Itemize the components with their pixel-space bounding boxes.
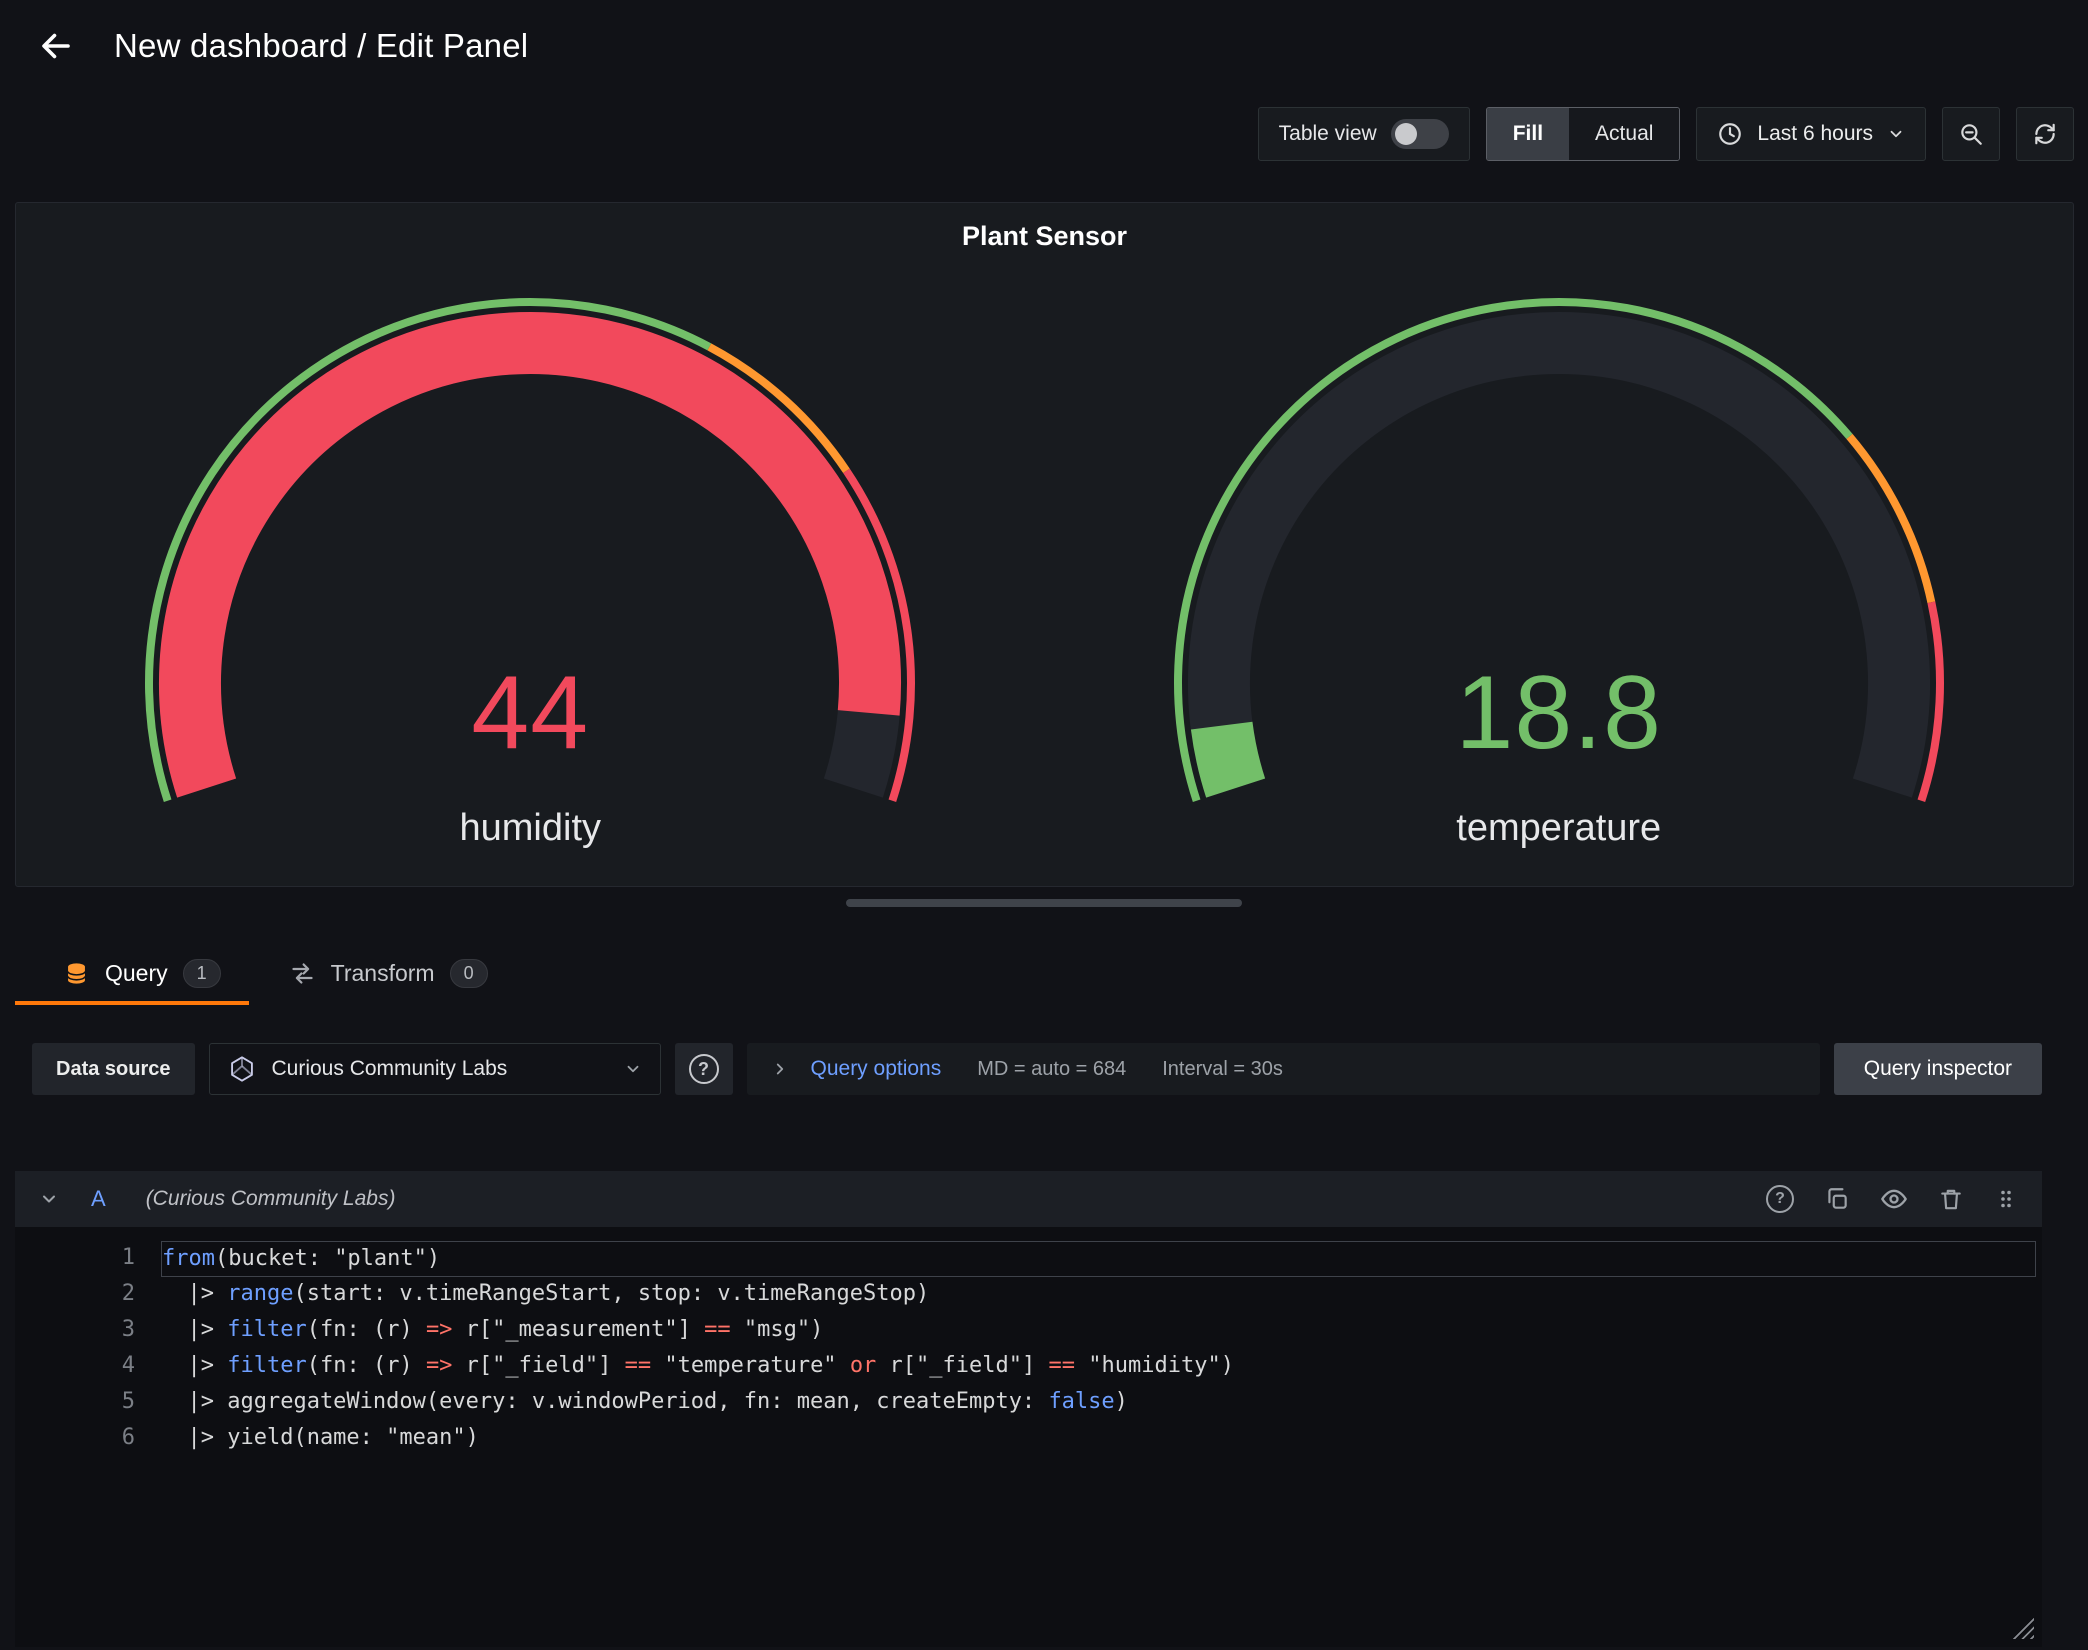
code-line[interactable]: 3 |> filter(fn: (r) => r["_measurement"]… — [63, 1313, 2036, 1349]
chevron-down-icon — [624, 1060, 642, 1078]
datasource-selected: Curious Community Labs — [272, 1057, 608, 1081]
datasource-row: Data source Curious Community Labs ? Que… — [32, 1043, 2042, 1095]
refresh-button[interactable] — [2016, 107, 2074, 161]
line-number: 4 — [63, 1349, 135, 1385]
panel-title: Plant Sensor — [16, 221, 2073, 252]
gauge-value: 18.8 — [1045, 661, 2074, 765]
duplicate-query-button[interactable] — [1824, 1186, 1850, 1212]
line-number: 2 — [63, 1277, 135, 1313]
line-number: 1 — [63, 1241, 135, 1277]
code-text: |> filter(fn: (r) => r["_measurement"] =… — [161, 1313, 2036, 1349]
code-lines: 1from(bucket: "plant")2 |> range(start: … — [63, 1241, 2036, 1457]
transform-icon — [289, 960, 316, 987]
datasource-label: Data source — [32, 1043, 195, 1095]
code-text: |> yield(name: "mean") — [161, 1421, 2036, 1457]
influxdb-icon — [228, 1055, 256, 1083]
code-text: |> filter(fn: (r) => r["_field"] == "tem… — [161, 1349, 2036, 1385]
query-actions: ? — [1766, 1185, 2018, 1213]
panel-toolbar: Table view Fill Actual Last 6 hours — [0, 106, 2088, 162]
tab-transform[interactable]: Transform 0 — [249, 941, 516, 1005]
panel-preview: Plant Sensor 44 humidity 18.8 temperatur… — [15, 202, 2074, 887]
actual-option[interactable]: Actual — [1569, 108, 1679, 160]
clock-icon — [1717, 121, 1743, 147]
query-editor-row: A (Curious Community Labs) ? 1 from(bucke… — [15, 1171, 2042, 1647]
query-options-bar: Query options MD = auto = 684 Interval =… — [747, 1043, 1820, 1095]
query-options-label: Query options — [811, 1057, 942, 1081]
gauge-humidity: 44 humidity — [16, 203, 1045, 886]
query-row-header: A (Curious Community Labs) ? — [15, 1171, 2042, 1227]
delete-query-button[interactable] — [1938, 1186, 1964, 1212]
toggle-visibility-button[interactable] — [1880, 1185, 1908, 1213]
code-text: |> range(start: v.timeRangeStart, stop: … — [161, 1277, 2036, 1313]
gauge-temperature: 18.8 temperature — [1045, 203, 2074, 886]
datasource-picker[interactable]: Curious Community Labs — [209, 1043, 661, 1095]
code-line[interactable]: 2 |> range(start: v.timeRangeStart, stop… — [63, 1277, 2036, 1313]
code-line[interactable]: 6 |> yield(name: "mean") — [63, 1421, 2036, 1457]
editor-tabs: Query 1 Transform 0 — [0, 941, 2088, 1005]
chevron-down-icon — [39, 1189, 59, 1209]
help-icon: ? — [1766, 1185, 1794, 1213]
tab-transform-count: 0 — [450, 959, 488, 988]
gauge-label: humidity — [16, 807, 1045, 850]
line-number: 6 — [63, 1421, 135, 1457]
table-view-toggle[interactable] — [1391, 119, 1449, 149]
query-ref-id: A — [91, 1186, 106, 1212]
code-text: |> aggregateWindow(every: v.windowPeriod… — [161, 1385, 2036, 1421]
time-range-button[interactable]: Last 6 hours — [1696, 107, 1926, 161]
gauge-value: 44 — [16, 661, 1045, 765]
fill-actual-group: Fill Actual — [1486, 107, 1681, 161]
collapse-query-button[interactable] — [39, 1189, 59, 1209]
code-line[interactable]: 5 |> aggregateWindow(every: v.windowPeri… — [63, 1385, 2036, 1421]
top-bar: New dashboard / Edit Panel — [0, 0, 2088, 92]
tab-query-count: 1 — [183, 959, 221, 988]
datasource-help-button[interactable]: ? — [675, 1043, 733, 1095]
tab-query-label: Query — [105, 960, 168, 987]
fill-option[interactable]: Fill — [1487, 108, 1569, 160]
gauge-arc — [1109, 253, 2009, 873]
gauges-row: 44 humidity 18.8 temperature — [16, 203, 2073, 886]
eye-icon — [1880, 1185, 1908, 1213]
drag-handle-icon — [1994, 1187, 2018, 1211]
query-datasource-hint: (Curious Community Labs) — [146, 1187, 396, 1211]
table-view-label: Table view — [1279, 122, 1377, 146]
query-inspector-button[interactable]: Query inspector — [1834, 1043, 2042, 1095]
refresh-icon — [2032, 121, 2058, 147]
copy-icon — [1824, 1186, 1850, 1212]
chevron-down-icon — [1887, 125, 1905, 143]
chevron-right-icon — [771, 1060, 789, 1078]
back-button[interactable] — [38, 28, 74, 64]
gauge-arc — [80, 253, 980, 873]
panel-resize-handle[interactable] — [846, 899, 1242, 907]
line-number: 5 — [63, 1385, 135, 1421]
flux-code-editor[interactable]: 1from(bucket: "plant")2 |> range(start: … — [15, 1227, 2042, 1647]
code-line[interactable]: 4 |> filter(fn: (r) => r["_field"] == "t… — [63, 1349, 2036, 1385]
toggle-knob — [1395, 123, 1417, 145]
time-range-label: Last 6 hours — [1757, 122, 1873, 146]
editor-resize-corner[interactable] — [2012, 1617, 2034, 1639]
query-help-button[interactable]: ? — [1766, 1185, 1794, 1213]
gauge-label: temperature — [1045, 807, 2074, 850]
zoom-out-button[interactable] — [1942, 107, 2000, 161]
page-title: New dashboard / Edit Panel — [114, 27, 528, 65]
drag-query-button[interactable] — [1994, 1187, 2018, 1211]
arrow-left-icon — [38, 28, 74, 64]
table-view-control: Table view — [1258, 107, 1470, 161]
zoom-out-icon — [1958, 121, 1984, 147]
tab-query[interactable]: Query 1 — [15, 941, 249, 1005]
line-number: 3 — [63, 1313, 135, 1349]
tab-transform-label: Transform — [331, 960, 435, 987]
query-options-toggle[interactable]: Query options — [771, 1057, 942, 1081]
max-data-points-text: MD = auto = 684 — [977, 1058, 1126, 1081]
code-line[interactable]: 1 from(bucket: "plant") — [63, 1241, 2036, 1277]
database-icon — [63, 960, 90, 987]
code-text: from(bucket: "plant") — [161, 1241, 2036, 1277]
trash-icon — [1938, 1186, 1964, 1212]
help-icon: ? — [689, 1054, 719, 1084]
interval-text: Interval = 30s — [1162, 1058, 1283, 1081]
